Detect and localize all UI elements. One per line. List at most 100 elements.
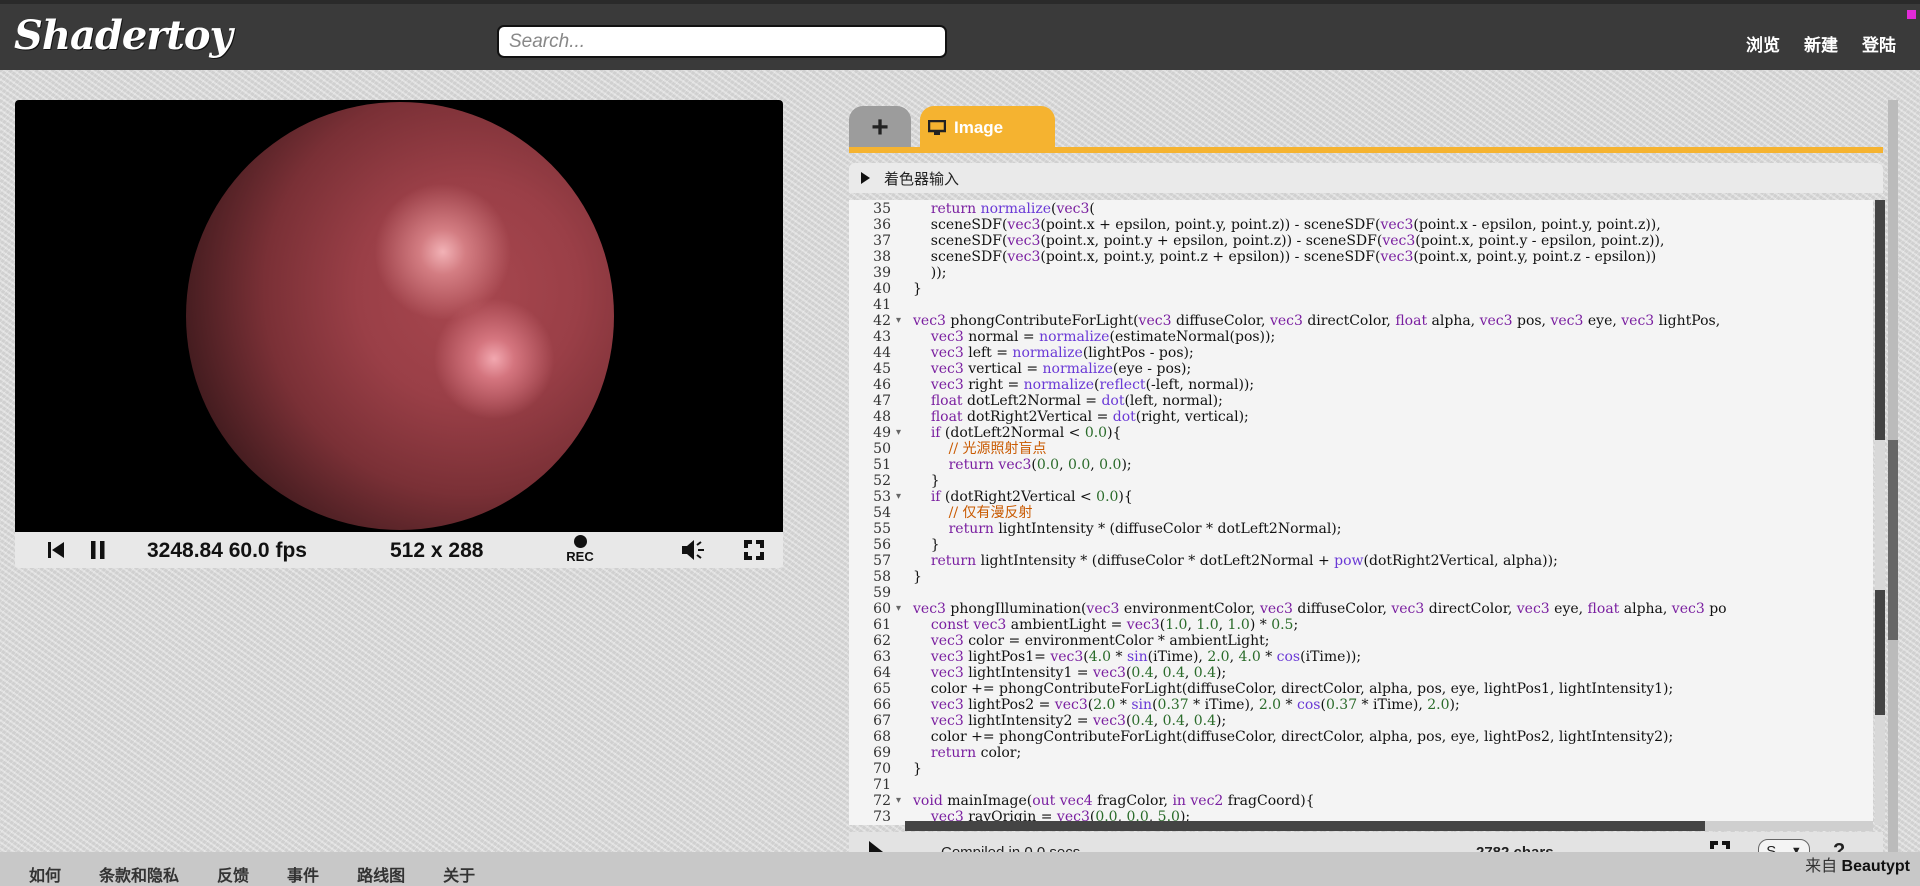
footer-links: 如何 条款和隐私 反馈 事件 路线图 关于 xyxy=(29,862,513,886)
code-line[interactable]: 59 xyxy=(849,585,1873,601)
code-line[interactable]: 41 xyxy=(849,297,1873,313)
code-text: vec3 lightIntensity1 = vec3(0.4, 0.4, 0.… xyxy=(930,665,1227,681)
volume-icon[interactable] xyxy=(679,538,709,562)
search-input[interactable] xyxy=(497,25,947,58)
code-line[interactable]: 42 ▾ vec3 phongContributeForLight(vec3 dif… xyxy=(849,313,1873,329)
tab-image[interactable]: Image xyxy=(920,106,1055,150)
code-line[interactable]: 36 sceneSDF(vec3(point.x + epsilon, poin… xyxy=(849,217,1873,233)
scroll-thumb-lower[interactable] xyxy=(1875,590,1885,715)
h-scroll-thumb[interactable] xyxy=(905,821,1705,831)
line-number: 38 xyxy=(873,249,891,265)
footer-link-about[interactable]: 关于 xyxy=(443,862,475,886)
code-line[interactable]: 72 ▾ void mainImage(out vec4 fragColor, in… xyxy=(849,793,1873,809)
player-controls: 3248.84 60.0 fps 512 x 288 REC xyxy=(15,532,783,568)
code-line[interactable]: 64 vec3 lightIntensity1 = vec3(0.4, 0.4,… xyxy=(849,665,1873,681)
line-number: 42 xyxy=(873,313,891,329)
rewind-icon[interactable] xyxy=(45,538,67,562)
line-number: 43 xyxy=(873,329,891,345)
code-line[interactable]: 52 } xyxy=(849,473,1873,489)
line-number: 64 xyxy=(873,665,891,681)
footer-link-terms[interactable]: 条款和隐私 xyxy=(99,862,179,886)
line-number: 44 xyxy=(873,345,891,361)
code-line[interactable]: 45 vec3 vertical = normalize(eye - pos); xyxy=(849,361,1873,377)
footer-link-events[interactable]: 事件 xyxy=(287,862,319,886)
fold-toggle-icon[interactable]: ▾ xyxy=(896,425,901,441)
nav-browse-link[interactable]: 浏览 xyxy=(1746,31,1780,56)
code-text: vec3 left = normalize(lightPos - pos); xyxy=(930,345,1194,361)
shader-inputs-toggle[interactable]: 着色器输入 xyxy=(849,163,1883,193)
code-area[interactable]: 35 return normalize(vec3(36 sceneSDF(vec… xyxy=(849,200,1873,825)
code-line[interactable]: 54 // 仅有漫反射 xyxy=(849,505,1873,521)
code-line[interactable]: 37 sceneSDF(vec3(point.x, point.y + epsi… xyxy=(849,233,1873,249)
code-line[interactable]: 69 return color; xyxy=(849,745,1873,761)
code-line[interactable]: 40} xyxy=(849,281,1873,297)
nav-login-link[interactable]: 登陆 xyxy=(1862,31,1896,56)
line-number: 51 xyxy=(873,457,891,473)
code-text: sceneSDF(vec3(point.x, point.y + epsilon… xyxy=(913,233,1665,249)
code-text: vec3 lightPos1= vec3(4.0 * sin(iTime), 2… xyxy=(930,649,1362,665)
code-line[interactable]: 68 color += phongContributeForLight(diff… xyxy=(849,729,1873,745)
code-line[interactable]: 63 vec3 lightPos1= vec3(4.0 * sin(iTime)… xyxy=(849,649,1873,665)
add-tab-button[interactable]: + xyxy=(849,106,911,150)
shader-inputs-label: 着色器输入 xyxy=(884,170,960,188)
code-line[interactable]: 43 vec3 normal = normalize(estimateNorma… xyxy=(849,329,1873,345)
code-lines: 35 return normalize(vec3(36 sceneSDF(vec… xyxy=(849,201,1873,825)
code-horizontal-scrollbar[interactable] xyxy=(905,821,1873,831)
fold-toggle-icon[interactable]: ▾ xyxy=(896,601,901,617)
code-line[interactable]: 60 ▾ vec3 phongIllumination(vec3 environme… xyxy=(849,601,1873,617)
code-line[interactable]: 55 return lightIntensity * (diffuseColor… xyxy=(849,521,1873,537)
line-number: 55 xyxy=(873,521,891,537)
code-line[interactable]: 39 )); xyxy=(849,265,1873,281)
code-line[interactable]: 35 return normalize(vec3( xyxy=(849,201,1873,217)
code-line[interactable]: 57 return lightIntensity * (diffuseColor… xyxy=(849,553,1873,569)
line-number: 37 xyxy=(873,233,891,249)
nav-new-link[interactable]: 新建 xyxy=(1804,31,1838,56)
line-number: 49 xyxy=(873,425,891,441)
code-line[interactable]: 51 return vec3(0.0, 0.0, 0.0); xyxy=(849,457,1873,473)
shadertoy-logo[interactable]: Shadertoy xyxy=(14,12,233,59)
fold-toggle-icon[interactable]: ▾ xyxy=(896,313,901,329)
render-canvas[interactable] xyxy=(15,100,783,532)
author-prefix: 来自 xyxy=(1805,858,1838,875)
line-number: 65 xyxy=(873,681,891,697)
code-line[interactable]: 46 vec3 right = normalize(reflect(-left,… xyxy=(849,377,1873,393)
code-line[interactable]: 58} xyxy=(849,569,1873,585)
code-line[interactable]: 49 ▾ if (dotLeft2Normal < 0.0){ xyxy=(849,425,1873,441)
code-line[interactable]: 53 ▾ if (dotRight2Vertical < 0.0){ xyxy=(849,489,1873,505)
code-line[interactable]: 61 const vec3 ambientLight = vec3(1.0, 1… xyxy=(849,617,1873,633)
code-line[interactable]: 47 float dotLeft2Normal = dot(left, norm… xyxy=(849,393,1873,409)
code-line[interactable]: 38 sceneSDF(vec3(point.x, point.y, point… xyxy=(849,249,1873,265)
code-line[interactable]: 48 float dotRight2Vertical = dot(right, … xyxy=(849,409,1873,425)
line-number: 61 xyxy=(873,617,891,633)
fold-toggle-icon[interactable]: ▾ xyxy=(896,793,901,809)
code-text: vec3 color = environmentColor * ambientL… xyxy=(930,633,1270,649)
code-vertical-scrollbar[interactable] xyxy=(1875,200,1885,825)
code-line[interactable]: 56 } xyxy=(849,537,1873,553)
line-number: 68 xyxy=(873,729,891,745)
page-scrollbar[interactable] xyxy=(1888,100,1898,864)
tab-underline xyxy=(849,147,1883,153)
code-line[interactable]: 71 xyxy=(849,777,1873,793)
code-line[interactable]: 65 color += phongContributeForLight(diff… xyxy=(849,681,1873,697)
footer-link-roadmap[interactable]: 路线图 xyxy=(357,862,405,886)
fullscreen-icon[interactable] xyxy=(742,538,766,562)
code-line[interactable]: 70} xyxy=(849,761,1873,777)
code-line[interactable]: 62 vec3 color = environmentColor * ambie… xyxy=(849,633,1873,649)
code-line[interactable]: 67 vec3 lightIntensity2 = vec3(0.4, 0.4,… xyxy=(849,713,1873,729)
line-number: 46 xyxy=(873,377,891,393)
code-text: // 仅有漫反射 xyxy=(913,505,1033,521)
footer-link-feedback[interactable]: 反馈 xyxy=(217,862,249,886)
line-number: 63 xyxy=(873,649,891,665)
footer-link-howto[interactable]: 如何 xyxy=(29,862,61,886)
code-line[interactable]: 44 vec3 left = normalize(lightPos - pos)… xyxy=(849,345,1873,361)
code-line[interactable]: 66 vec3 lightPos2 = vec3(2.0 * sin(0.37 … xyxy=(849,697,1873,713)
scroll-thumb[interactable] xyxy=(1875,200,1885,440)
record-button[interactable]: REC xyxy=(564,535,596,564)
fold-toggle-icon[interactable]: ▾ xyxy=(896,489,901,505)
page-scroll-thumb[interactable] xyxy=(1888,440,1898,640)
code-text: return normalize(vec3( xyxy=(930,201,1095,217)
pause-icon[interactable] xyxy=(87,538,109,562)
author-name[interactable]: Beautypt xyxy=(1842,858,1910,875)
code-text: // 光源照射盲点 xyxy=(913,441,1047,457)
code-line[interactable]: 50 // 光源照射盲点 xyxy=(849,441,1873,457)
